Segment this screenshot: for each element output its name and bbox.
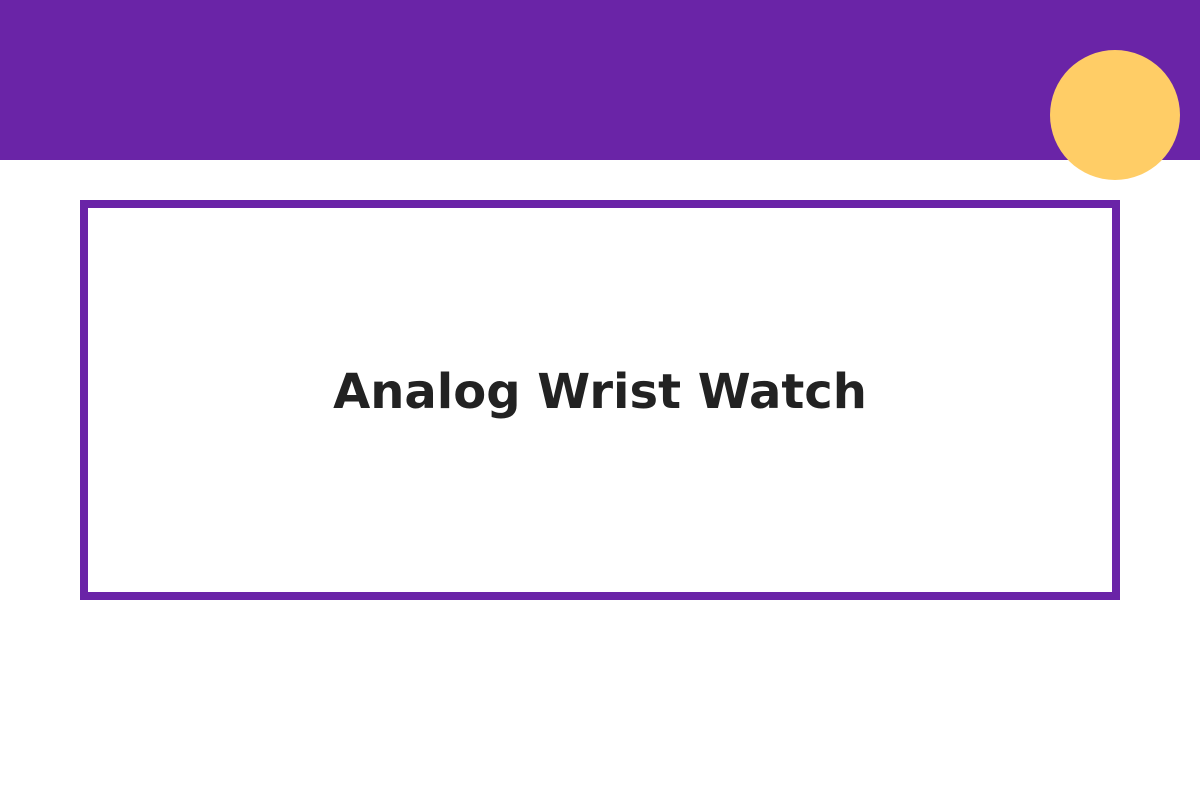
title-card: Analog Wrist Watch	[80, 200, 1120, 600]
accent-circle	[1050, 50, 1180, 180]
header-band	[0, 0, 1200, 160]
page-canvas: Analog Wrist Watch	[0, 0, 1200, 800]
page-title: Analog Wrist Watch	[333, 364, 867, 420]
